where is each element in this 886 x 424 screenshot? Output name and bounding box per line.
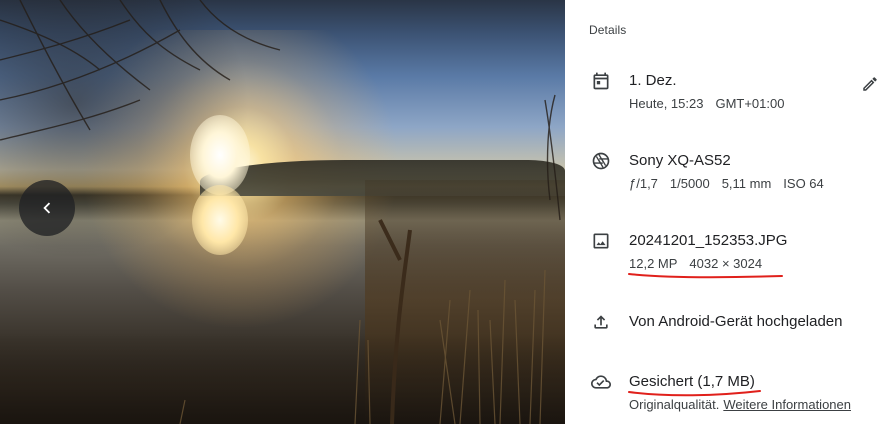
details-panel: Details 1. Dez. Heute, 15:23 GMT+01:00 So… [565, 0, 886, 424]
date-day: Heute, 15:23 [629, 96, 704, 111]
file-dimensions: 12,2 MP 4032 × 3024 [629, 256, 774, 271]
aperture: ƒ/1,7 [629, 176, 658, 191]
edit-date-button[interactable] [858, 72, 882, 96]
branches-overlay [0, 0, 561, 424]
focal-length: 5,11 mm [721, 176, 772, 191]
date-timezone: GMT+01:00 [715, 96, 785, 111]
more-info-link[interactable]: Weitere Informationen [723, 397, 851, 412]
shutter-speed: 1/5000 [669, 176, 710, 191]
cloud-done-icon [591, 375, 611, 389]
panel-title: Details [589, 23, 627, 37]
camera-aperture-icon [592, 152, 610, 170]
backup-status: Gesichert (1,7 MB) [629, 373, 755, 390]
pencil-icon [863, 77, 877, 91]
resolution: 4032 × 3024 [689, 256, 763, 271]
date-primary: 1. Dez. [629, 72, 677, 89]
megapixels: 12,2 MP [629, 256, 678, 271]
iso: ISO 64 [783, 176, 824, 191]
photo-view [0, 0, 565, 424]
quality-text: Originalqualität. [629, 397, 720, 412]
date-secondary: Heute, 15:23 GMT+01:00 [629, 96, 796, 111]
camera-settings: ƒ/1,7 1/5000 5,11 mm ISO 64 [629, 176, 836, 191]
upload-source: Von Android-Gerät hochgeladen [629, 313, 843, 330]
calendar-icon [593, 72, 609, 90]
chevron-left-icon [43, 202, 51, 214]
file-name: 20241201_152353.JPG [629, 232, 788, 249]
camera-model: Sony XQ-AS52 [629, 152, 731, 169]
backup-quality: Originalqualität. Weitere Informationen [629, 397, 851, 412]
previous-photo-button[interactable] [19, 180, 75, 236]
upload-icon [594, 315, 608, 329]
image-icon [593, 233, 609, 249]
